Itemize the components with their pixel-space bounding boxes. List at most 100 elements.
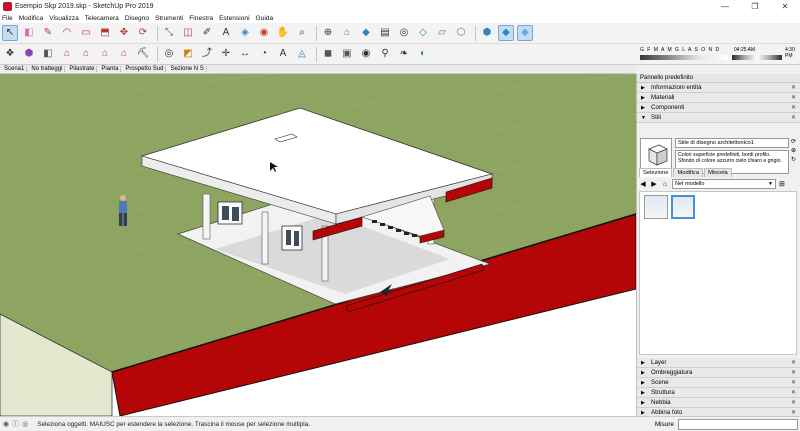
info-icon[interactable]: ⓘ <box>12 419 19 429</box>
scale-icon[interactable]: ⤡ <box>161 25 177 41</box>
style-name-field[interactable]: Stile di disegno architettonico1 <box>675 138 789 148</box>
shaded-icon[interactable]: ◆ <box>498 25 514 41</box>
wireframe-icon[interactable]: ⬡ <box>453 25 469 41</box>
forward-arrow-icon[interactable]: ▶ <box>650 180 658 188</box>
scene-tab-1[interactable]: Scena1 <box>2 66 28 72</box>
footprint-icon[interactable]: ❧ <box>396 46 412 62</box>
refresh-style-icon[interactable]: ↻ <box>791 156 796 165</box>
details-icon[interactable]: ⊞ <box>779 180 785 188</box>
walk-icon[interactable]: ⛏ <box>135 46 151 62</box>
tray-1[interactable]: ▶ Ombreggiatura ✕ <box>637 368 800 378</box>
style-swatch-selected[interactable] <box>671 195 695 219</box>
scene-tab-3[interactable]: Pilastrate <box>67 66 98 72</box>
extension-warehouse-icon[interactable]: ◆ <box>358 25 374 41</box>
position-camera-icon[interactable]: ◉ <box>358 46 374 62</box>
shadow-time-slider[interactable] <box>732 55 782 60</box>
scene-tab-5[interactable]: Prospetto Sud <box>123 66 167 72</box>
menu-file[interactable]: File <box>2 15 13 22</box>
section-plane-icon[interactable]: ◩ <box>180 46 196 62</box>
scene-tab-2[interactable]: No tratteggi <box>29 66 66 72</box>
tray-4[interactable]: ▶ Nebbia ✕ <box>637 398 800 408</box>
layout-icon[interactable]: ▤ <box>377 25 393 41</box>
menu-modifica[interactable]: Modifica <box>19 15 44 22</box>
zoom-extents-icon[interactable]: ⊕ <box>320 25 336 41</box>
minimize-button[interactable]: — <box>710 0 740 13</box>
front-view-icon[interactable]: ⌂ <box>59 46 75 62</box>
menu-finestra[interactable]: Finestra <box>189 15 213 22</box>
tab-modifica[interactable]: Modifica <box>673 168 704 177</box>
tray-2[interactable]: ▶ Scene ✕ <box>637 378 800 388</box>
update-style-icon[interactable]: ⟳ <box>791 138 796 147</box>
close-tray-icon[interactable]: ✕ <box>791 369 796 376</box>
tape-measure-icon[interactable]: ✐ <box>199 25 215 41</box>
back-view-icon[interactable]: ⌂ <box>97 46 113 62</box>
push-pull-icon[interactable]: ⬒ <box>97 25 113 41</box>
tray-3[interactable]: ▶ Struttura ✕ <box>637 388 800 398</box>
orbit-icon[interactable]: ◉ <box>256 25 272 41</box>
camera-icon[interactable]: ▣ <box>339 46 355 62</box>
tab-selezione[interactable]: Selezione <box>639 168 673 177</box>
user-icon[interactable]: ◎ <box>22 420 28 428</box>
close-tray-icon[interactable]: ✕ <box>791 409 796 416</box>
menu-estensioni[interactable]: Estensioni <box>219 15 249 22</box>
menu-disegno[interactable]: Disegno <box>125 15 149 22</box>
follow-me-icon[interactable]: ⤴ <box>199 46 215 62</box>
back-arrow-icon[interactable]: ◀ <box>639 180 647 188</box>
scene-tab-6[interactable]: Sezione N S <box>168 66 207 72</box>
menu-visualizza[interactable]: Visualizza <box>49 15 79 22</box>
shaded-textures-icon[interactable]: ◆ <box>517 25 533 41</box>
dimension-icon[interactable]: ↔ <box>237 46 253 62</box>
close-tray-icon[interactable]: ✕ <box>791 94 796 101</box>
tab-miscela[interactable]: Miscela <box>704 168 732 177</box>
zoom-icon[interactable]: ⌕ <box>294 25 310 41</box>
protractor-icon[interactable]: ◔ <box>256 46 272 62</box>
create-style-icon[interactable]: ⊕ <box>791 147 796 156</box>
pencil-line-icon[interactable]: ✎ <box>40 25 56 41</box>
iso-view-icon[interactable]: ⬢ <box>21 46 37 62</box>
solid-tools-icon[interactable]: ◼ <box>320 46 336 62</box>
close-tray-icon[interactable]: ✕ <box>791 399 796 406</box>
sandbox-icon[interactable]: ◬ <box>294 46 310 62</box>
arc-icon[interactable]: ◠ <box>59 25 75 41</box>
warehouse-icon[interactable]: ⌂ <box>339 25 355 41</box>
geo-location-icon[interactable]: ◉ <box>3 420 9 428</box>
eraser-icon[interactable]: ◧ <box>21 25 37 41</box>
shadow-date-slider[interactable] <box>640 55 728 60</box>
rectangle-icon[interactable]: ▭ <box>78 25 94 41</box>
tray-2[interactable]: ▶ Componenti ✕ <box>637 103 800 113</box>
top-view-icon[interactable]: ◧ <box>40 46 56 62</box>
home-icon[interactable]: ⌂ <box>661 181 669 188</box>
geo-location-icon[interactable]: ◎ <box>396 25 412 41</box>
xray-icon[interactable]: ◇ <box>415 25 431 41</box>
move-icon[interactable]: ✥ <box>116 25 132 41</box>
hidden-line-icon[interactable]: ⬢ <box>479 25 495 41</box>
pan-icon[interactable]: ✋ <box>275 25 291 41</box>
close-tray-icon[interactable]: ✕ <box>791 389 796 396</box>
3d-text-icon[interactable]: A <box>275 46 291 62</box>
close-tray-icon[interactable]: ✕ <box>791 84 796 91</box>
menu-strumenti[interactable]: Strumenti <box>155 15 183 22</box>
look-around-icon[interactable]: ◎ <box>161 46 177 62</box>
measurements-input[interactable] <box>678 418 798 430</box>
select-arrow-icon[interactable]: ↖ <box>2 25 18 41</box>
menu-guida[interactable]: Guida <box>256 15 274 22</box>
close-tray-icon[interactable]: ✕ <box>791 379 796 386</box>
left-view-icon[interactable]: ⌂ <box>116 46 132 62</box>
tray-1[interactable]: ▶ Materiali ✕ <box>637 93 800 103</box>
close-tray-icon[interactable]: ✕ <box>791 114 796 121</box>
right-view-icon[interactable]: ⌂ <box>78 46 94 62</box>
walkthrough-icon[interactable]: ⚲ <box>377 46 393 62</box>
rotate-icon[interactable]: ⟳ <box>135 25 151 41</box>
scene-tab-4[interactable]: Pianta <box>99 66 122 72</box>
style-swatch[interactable] <box>644 195 668 219</box>
back-edges-icon[interactable]: ▱ <box>434 25 450 41</box>
library-select[interactable]: Nel modello ▼ <box>672 179 776 189</box>
offset-icon[interactable]: ◫ <box>180 25 196 41</box>
maximize-button[interactable]: ❐ <box>740 0 770 13</box>
model-viewport[interactable] <box>0 74 636 416</box>
make-component-icon[interactable]: ❖ <box>2 46 18 62</box>
text-icon[interactable]: A <box>218 25 234 41</box>
close-tray-icon[interactable]: ✕ <box>791 104 796 111</box>
lookaround-icon[interactable]: ◐ <box>415 46 431 62</box>
menu-telecamera[interactable]: Telecamera <box>85 15 119 22</box>
